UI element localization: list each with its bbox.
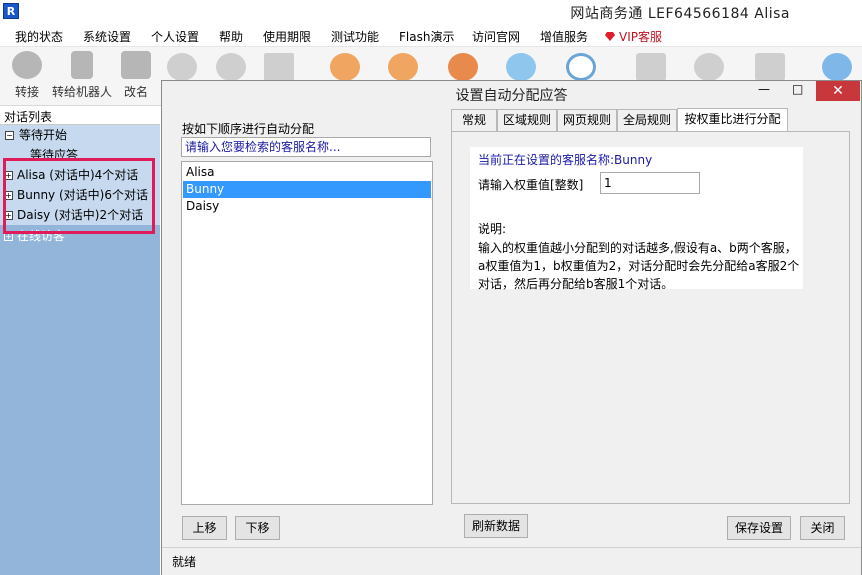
search-icon[interactable] — [566, 53, 596, 81]
refresh-globe-icon[interactable] — [694, 53, 724, 81]
robot-icon — [71, 51, 93, 79]
favorites-icon[interactable] — [755, 53, 785, 81]
org-chart-icon[interactable] — [264, 53, 294, 81]
document-icon[interactable] — [636, 53, 666, 81]
globe-icon[interactable] — [216, 53, 246, 81]
weight-field[interactable] — [600, 172, 700, 194]
menu-bar: 我的状态 系统设置 个人设置 帮助 使用期限 测试功能 Flash演示 访问官网… — [0, 24, 862, 47]
waiting-group-label: 等待开始 — [19, 128, 68, 142]
menu-value-added[interactable]: 增值服务 — [540, 28, 588, 45]
conversation-list-title: 对话列表 — [4, 110, 53, 124]
note-title: 说明: — [478, 222, 507, 236]
agent-search-field[interactable] — [181, 137, 431, 157]
highlight-box — [3, 158, 155, 234]
transfer-robot-button[interactable]: 转给机器人 — [52, 51, 112, 100]
customers-icon[interactable] — [506, 53, 536, 81]
current-agent-text: 当前正在设置的客服名称:Bunny — [478, 153, 653, 167]
dialog-title: 设置自动分配应答 — [455, 88, 568, 104]
transfer-icon — [12, 51, 42, 79]
order-label: 按如下顺序进行自动分配 — [182, 122, 315, 136]
users-icon[interactable] — [167, 53, 197, 81]
note-line: 对话，然后再分配给b客服1个对话。 — [478, 277, 674, 291]
note-line: a权重值为1，b权重值为2，对话分配时会先分配给a客服2个 — [478, 259, 800, 273]
rename-label: 改名 — [123, 85, 148, 99]
list-item[interactable]: Alisa — [183, 164, 431, 181]
agent-tools-icon[interactable] — [448, 53, 478, 81]
note-line: 输入的权重值越小分配到的对话越多,假设有a、b两个客服， — [478, 241, 797, 255]
transfer-button[interactable]: 转接 — [3, 51, 51, 100]
window-title: 网站商务通 LEF64566184 Alisa — [570, 6, 790, 22]
save-settings-button[interactable]: 保存设置 — [727, 516, 791, 540]
auto-assign-dialog: 设置自动分配应答 — □ ✕ 按如下顺序进行自动分配 Alisa Bunny D… — [161, 80, 862, 575]
rename-icon — [121, 51, 151, 79]
status-text: 就绪 — [172, 555, 197, 569]
agent-icon[interactable] — [330, 53, 360, 81]
menu-vip-label: VIP客服 — [619, 30, 662, 44]
app-logo-icon: R — [3, 3, 19, 19]
menu-flash-demo[interactable]: Flash演示 — [399, 28, 454, 45]
tab-global-rules[interactable]: 全局规则 — [617, 109, 677, 131]
tab-page-rules[interactable]: 网页规则 — [557, 109, 617, 131]
tab-weight-ratio[interactable]: 按权重比进行分配 — [677, 108, 788, 132]
move-down-button[interactable]: 下移 — [235, 516, 280, 540]
menu-official-site[interactable]: 访问官网 — [472, 28, 520, 45]
weight-input[interactable] — [601, 173, 697, 193]
transfer-label: 转接 — [14, 85, 39, 99]
tab-general[interactable]: 常规 — [451, 109, 497, 131]
move-up-button[interactable]: 上移 — [182, 516, 227, 540]
list-item[interactable]: Daisy — [183, 198, 431, 215]
diamond-icon — [605, 32, 615, 41]
agent-search-input[interactable] — [182, 138, 428, 156]
close-button[interactable]: 关闭 — [800, 516, 845, 540]
transfer-robot-label: 转给机器人 — [52, 85, 113, 99]
monitor-agent-icon[interactable] — [388, 53, 418, 81]
menu-expiry[interactable]: 使用期限 — [263, 28, 311, 45]
agent-order-list[interactable]: Alisa Bunny Daisy — [181, 161, 433, 505]
menu-vip-support[interactable]: VIP客服 — [605, 28, 662, 45]
minimize-button[interactable]: — — [758, 82, 770, 96]
main-titlebar: R 网站商务通 LEF64566184 Alisa — [0, 0, 862, 24]
menu-help[interactable]: 帮助 — [219, 28, 243, 45]
list-item-selected[interactable]: Bunny — [183, 181, 431, 198]
menu-personal-settings[interactable]: 个人设置 — [151, 28, 199, 45]
close-window-button[interactable]: ✕ — [816, 81, 860, 101]
menu-test-features[interactable]: 测试功能 — [331, 28, 379, 45]
maximize-button[interactable]: □ — [792, 82, 803, 96]
tab-region-rules[interactable]: 区域规则 — [497, 109, 557, 131]
conversation-list-header: 对话列表 — [0, 106, 160, 125]
weight-label: 请输入权重值[整数] — [478, 178, 584, 192]
refresh-data-button[interactable]: 刷新数据 — [464, 514, 528, 538]
menu-my-status[interactable]: 我的状态 — [15, 28, 63, 45]
tree-group-waiting[interactable]: − 等待开始 — [0, 125, 160, 145]
dialog-titlebar: 设置自动分配应答 — □ ✕ — [162, 81, 861, 104]
status-bar: 就绪 — [162, 547, 861, 575]
rename-button[interactable]: 改名 — [112, 51, 160, 100]
online-icon[interactable] — [822, 53, 852, 81]
collapse-icon[interactable]: − — [5, 131, 14, 140]
menu-system-settings[interactable]: 系统设置 — [83, 28, 131, 45]
